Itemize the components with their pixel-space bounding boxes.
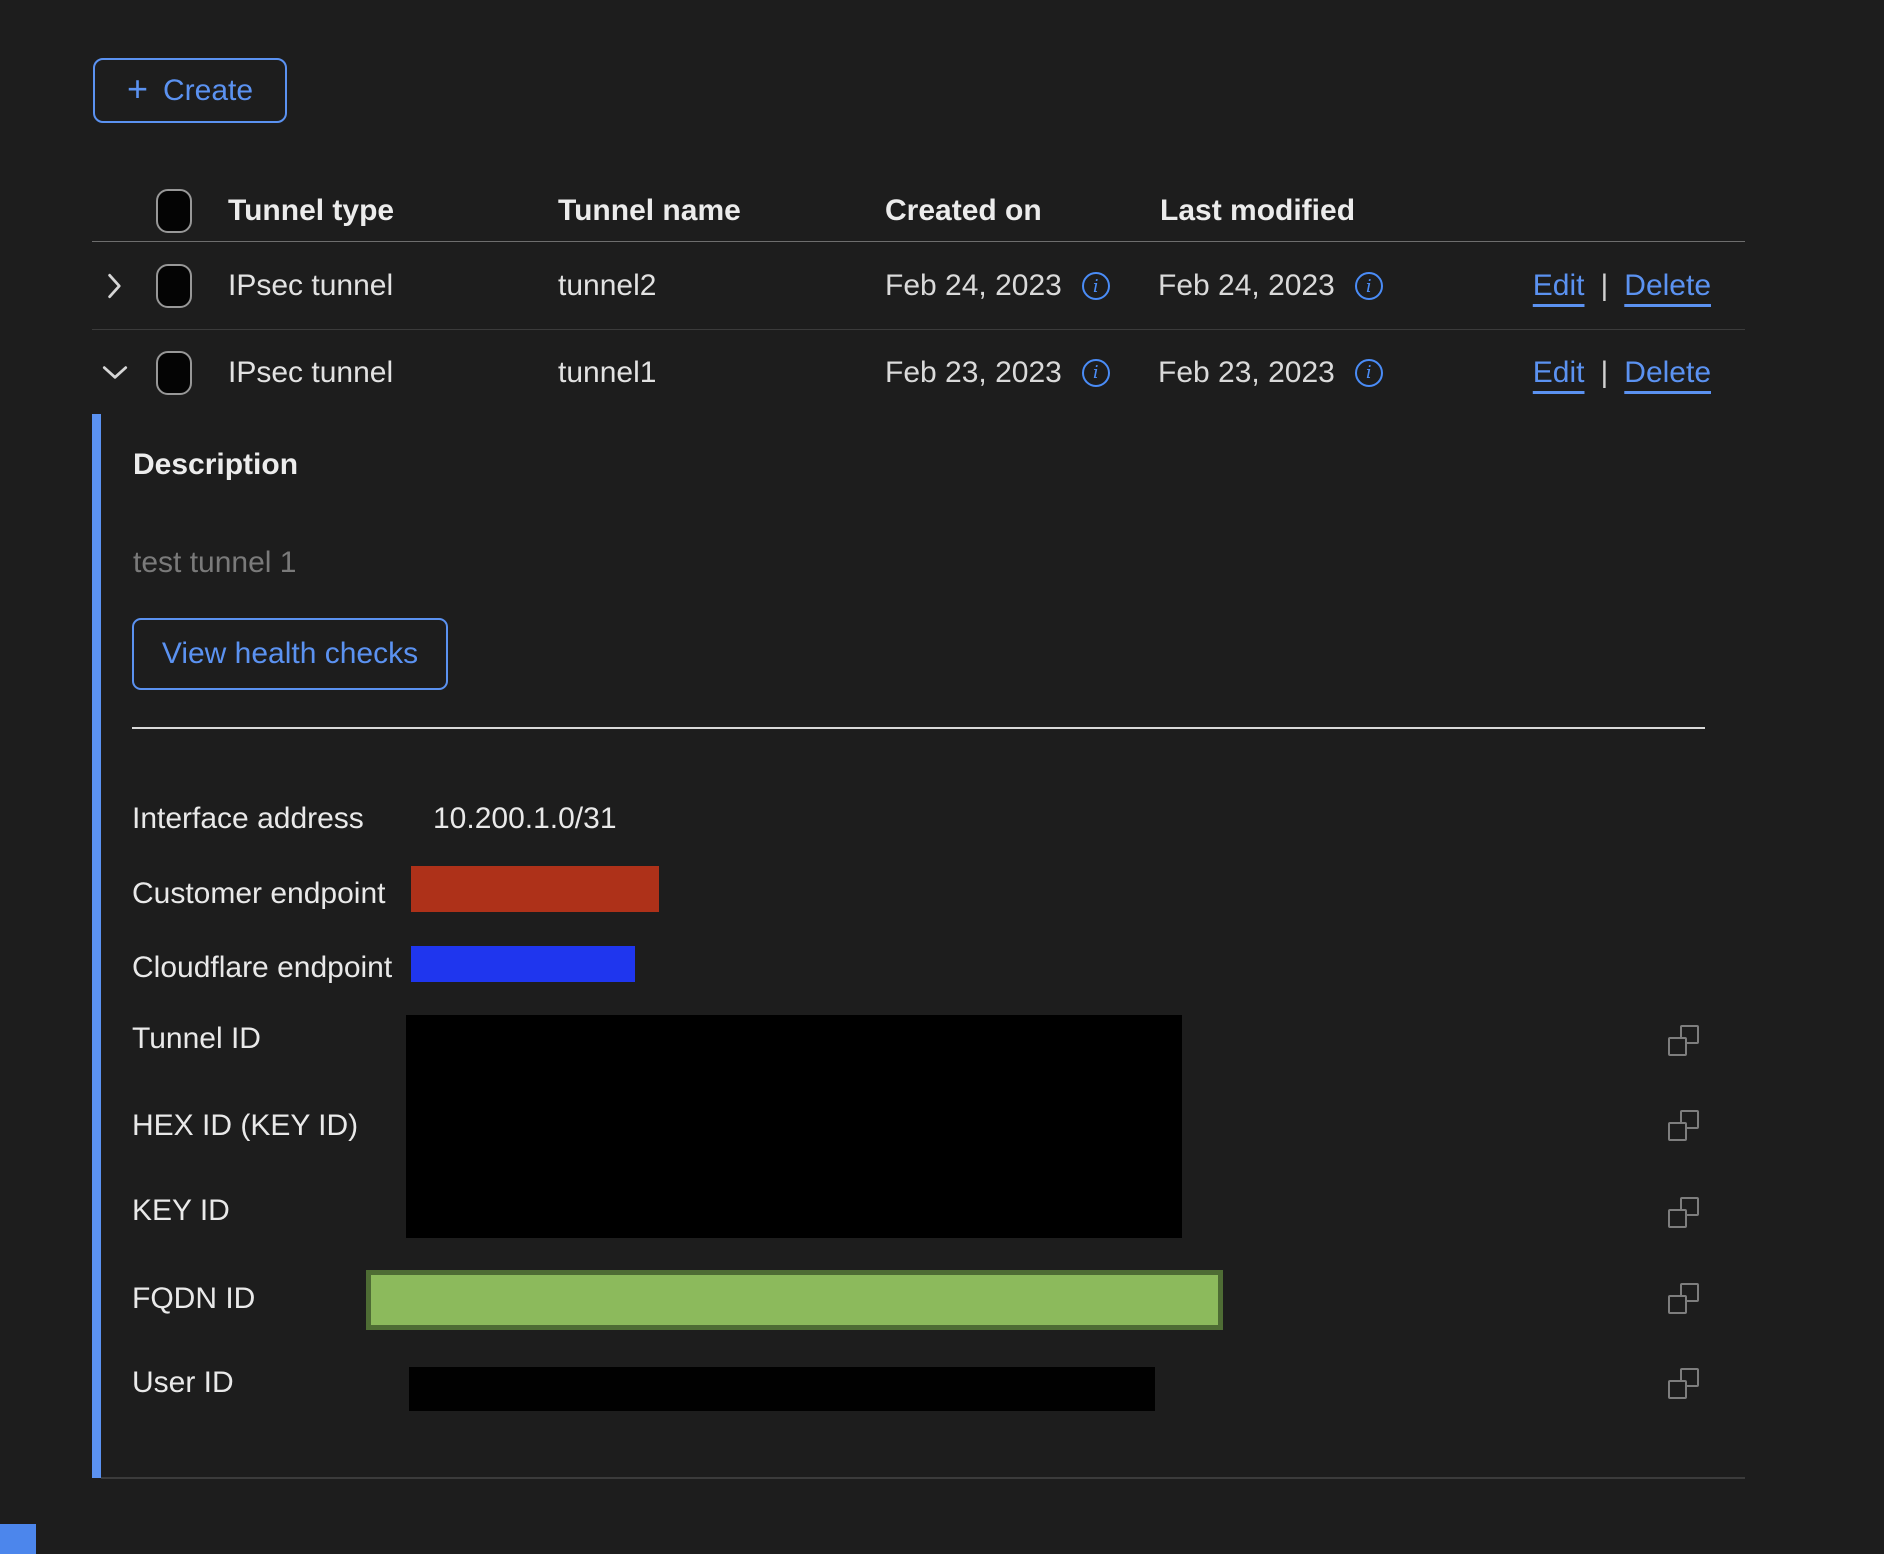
copy-icon-user-id[interactable]	[1668, 1368, 1699, 1399]
fqdn-id-label: FQDN ID	[132, 1282, 255, 1316]
copy-icon-front	[1668, 1037, 1687, 1056]
user-id-redaction	[409, 1367, 1155, 1411]
tunnel-name-cell: tunnel2	[558, 269, 656, 303]
delete-link[interactable]: Delete	[1624, 269, 1711, 303]
user-id-label: User ID	[132, 1366, 234, 1400]
created-on-date: Feb 23, 2023	[885, 356, 1062, 390]
create-button[interactable]: + Create	[93, 58, 287, 123]
info-glyph: i	[1093, 276, 1099, 297]
delete-link[interactable]: Delete	[1624, 356, 1711, 390]
expanded-row-accent-bar	[92, 414, 101, 1478]
tunnel-id-label: Tunnel ID	[132, 1022, 261, 1056]
row-actions: Edit | Delete	[1533, 269, 1711, 303]
cloudflare-endpoint-label: Cloudflare endpoint	[132, 951, 392, 985]
select-all-checkbox[interactable]	[156, 189, 192, 233]
description-value: test tunnel 1	[133, 546, 296, 580]
info-icon[interactable]: i	[1082, 272, 1110, 300]
description-label: Description	[133, 448, 298, 482]
fqdn-id-redaction	[366, 1270, 1223, 1330]
created-on-cell: Feb 23, 2023 i	[885, 356, 1110, 390]
copy-icon-tunnel-id[interactable]	[1668, 1025, 1699, 1056]
row-checkbox[interactable]	[156, 264, 192, 308]
hex-id-label: HEX ID (KEY ID)	[132, 1109, 358, 1143]
actions-separator: |	[1600, 356, 1608, 390]
last-modified-date: Feb 23, 2023	[1158, 356, 1335, 390]
copy-icon-front	[1668, 1209, 1687, 1228]
info-glyph: i	[1366, 362, 1372, 383]
table-header: Tunnel type Tunnel name Created on Last …	[92, 180, 1745, 242]
panel-bottom-divider	[101, 1477, 1745, 1479]
info-icon[interactable]: i	[1355, 359, 1383, 387]
created-on-cell: Feb 24, 2023 i	[885, 269, 1110, 303]
copy-icon-front	[1668, 1380, 1687, 1399]
interface-address-value: 10.200.1.0/31	[433, 802, 617, 836]
header-tunnel-type: Tunnel type	[228, 194, 394, 228]
view-health-checks-button[interactable]: View health checks	[132, 618, 448, 690]
interface-address-label: Interface address	[132, 802, 364, 836]
chevron-down-icon[interactable]	[100, 358, 130, 388]
tunnel-type-cell: IPsec tunnel	[228, 356, 393, 390]
row-actions: Edit | Delete	[1533, 356, 1711, 390]
copy-icon-front	[1668, 1295, 1687, 1314]
customer-endpoint-label: Customer endpoint	[132, 877, 385, 911]
tunnel-type-cell: IPsec tunnel	[228, 269, 393, 303]
last-modified-date: Feb 24, 2023	[1158, 269, 1335, 303]
info-icon[interactable]: i	[1355, 272, 1383, 300]
cloudflare-endpoint-redaction	[411, 946, 635, 982]
table-row-tunnel2: IPsec tunnel tunnel2 Feb 24, 2023 i Feb …	[92, 243, 1745, 330]
copy-icon-fqdn-id[interactable]	[1668, 1283, 1699, 1314]
header-created-on: Created on	[885, 194, 1042, 228]
copy-icon-front	[1668, 1122, 1687, 1141]
table-row-tunnel1: IPsec tunnel tunnel1 Feb 23, 2023 i Feb …	[92, 331, 1745, 414]
tunnel-name-cell: tunnel1	[558, 356, 656, 390]
customer-endpoint-redaction	[411, 866, 659, 912]
last-modified-cell: Feb 23, 2023 i	[1158, 356, 1383, 390]
plus-icon: +	[127, 71, 148, 107]
tunnel-id-redaction	[406, 1015, 1182, 1238]
last-modified-cell: Feb 24, 2023 i	[1158, 269, 1383, 303]
info-icon[interactable]: i	[1082, 359, 1110, 387]
header-tunnel-name: Tunnel name	[558, 194, 741, 228]
bottom-left-blue-element[interactable]	[0, 1524, 36, 1554]
row-checkbox[interactable]	[156, 351, 192, 395]
panel-divider	[132, 727, 1705, 729]
tunnels-page: + Create Tunnel type Tunnel name Created…	[0, 0, 1884, 1554]
edit-link[interactable]: Edit	[1533, 269, 1585, 303]
chevron-right-icon[interactable]	[100, 271, 130, 301]
info-glyph: i	[1093, 362, 1099, 383]
copy-icon-key-id[interactable]	[1668, 1197, 1699, 1228]
actions-separator: |	[1600, 269, 1608, 303]
copy-icon-hex-id[interactable]	[1668, 1110, 1699, 1141]
header-last-modified: Last modified	[1160, 194, 1355, 228]
create-button-label: Create	[163, 74, 253, 108]
info-glyph: i	[1366, 276, 1372, 297]
created-on-date: Feb 24, 2023	[885, 269, 1062, 303]
key-id-label: KEY ID	[132, 1194, 230, 1228]
edit-link[interactable]: Edit	[1533, 356, 1585, 390]
